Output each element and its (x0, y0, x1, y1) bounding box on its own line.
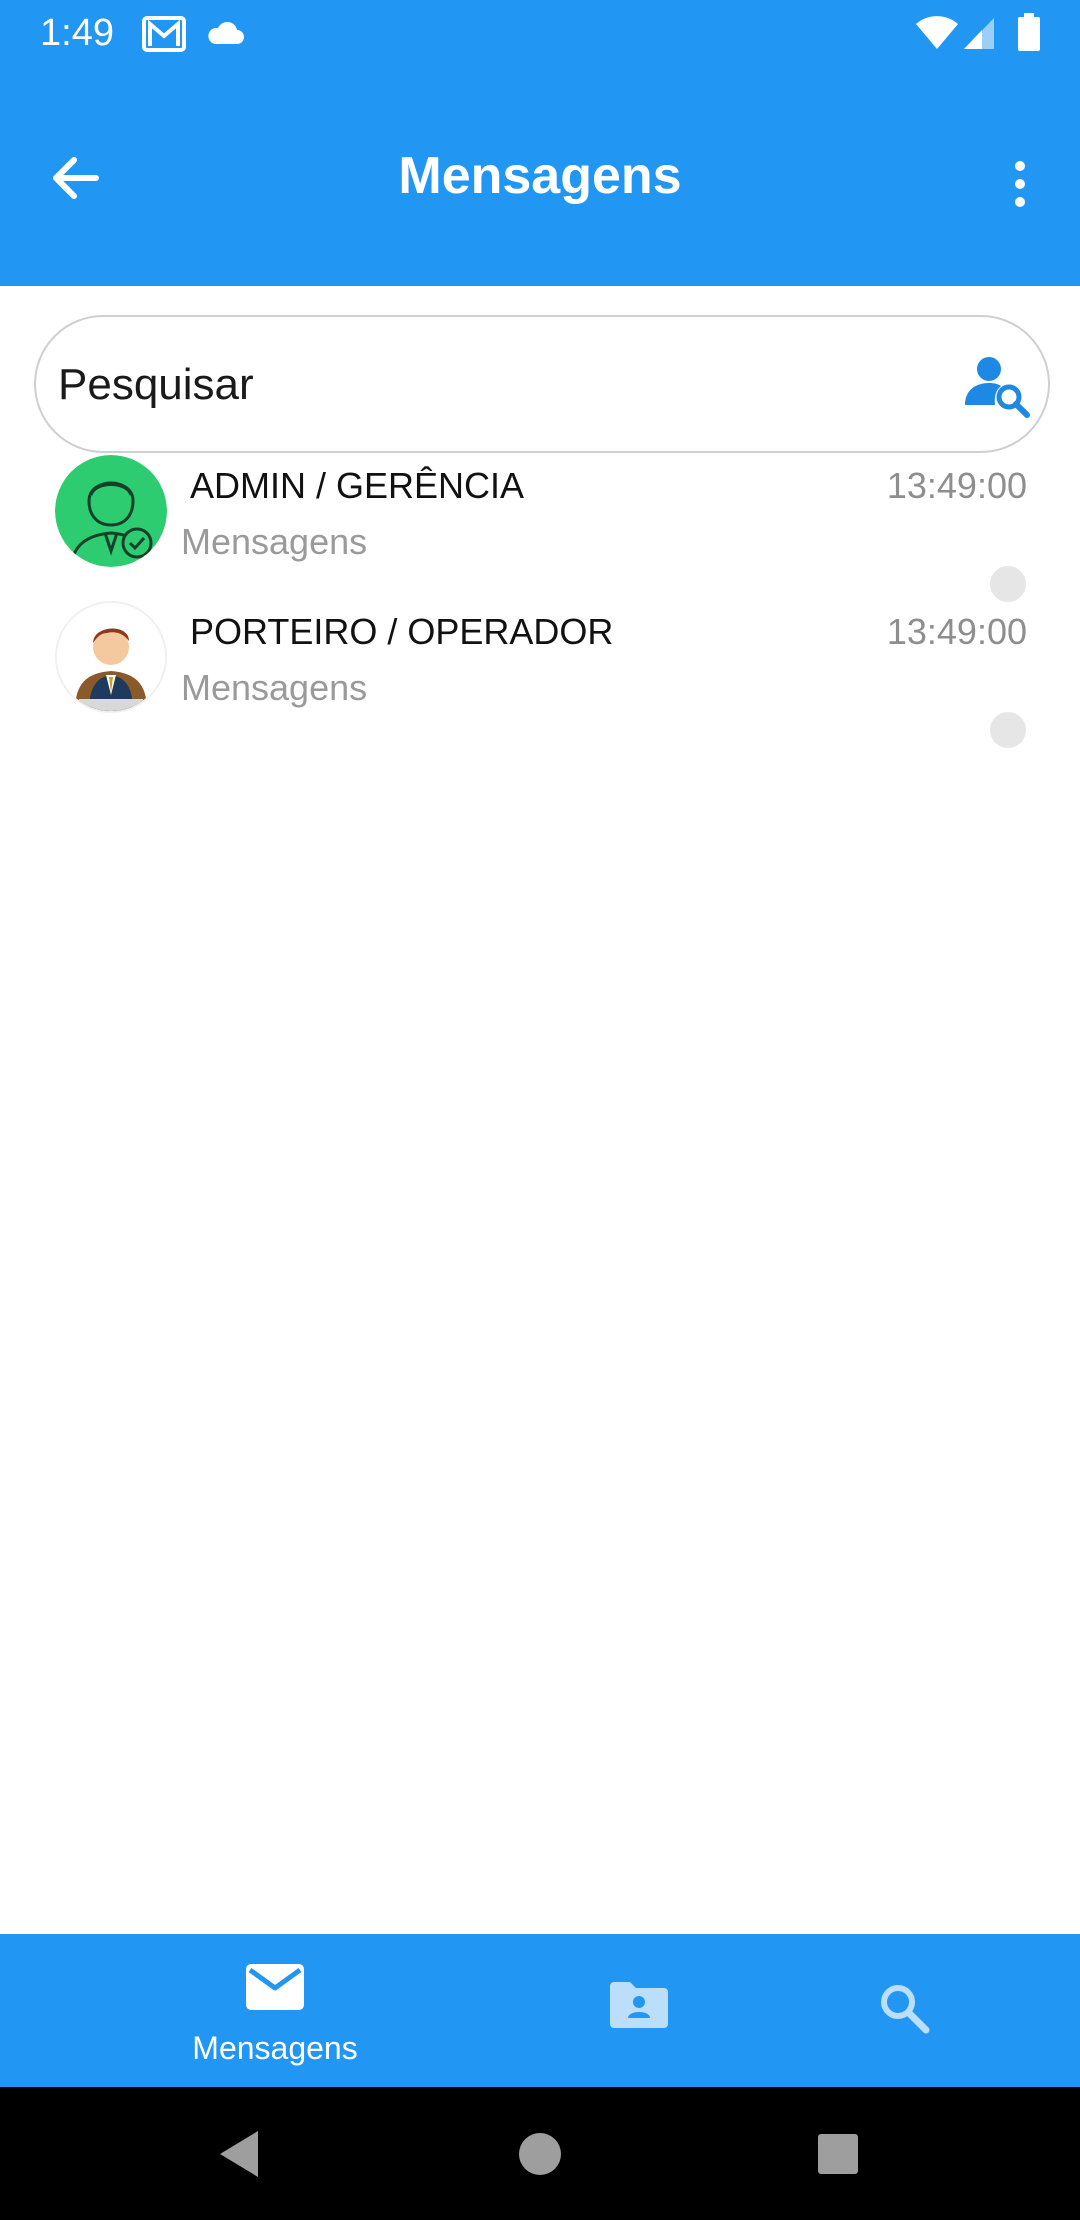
wifi-icon (915, 16, 959, 55)
unread-indicator (990, 712, 1026, 748)
nav-label: Mensagens (192, 2030, 358, 2066)
chat-preview: Mensagens (181, 521, 368, 562)
admin-avatar (55, 455, 167, 567)
chat-time: 13:49:00 (886, 611, 1027, 652)
chat-list-item[interactable]: ADMIN / GERÊNCIA 13:49:00 Mensagens (0, 455, 1080, 602)
nav-item-messages[interactable]: Mensagens (150, 1934, 400, 2087)
system-back-button[interactable] (202, 2117, 276, 2191)
circle-home-icon (503, 2133, 577, 2195)
mail-icon (246, 1964, 304, 2015)
doorman-avatar (55, 601, 167, 713)
more-vert-icon (980, 161, 1060, 228)
system-navigation-bar (0, 2087, 1080, 2220)
contacts-folder-icon (610, 1980, 668, 2033)
chat-time: 13:49:00 (886, 465, 1027, 506)
search-user-button[interactable] (961, 349, 1033, 421)
chat-name: PORTEIRO / OPERADOR (190, 611, 614, 652)
chat-name: ADMIN / GERÊNCIA (190, 465, 525, 506)
status-bar: 1:49 (0, 0, 1080, 66)
more-options-button[interactable] (980, 144, 1060, 224)
person-search-icon (961, 357, 1033, 425)
square-recents-icon (801, 2134, 875, 2195)
nav-item-search[interactable] (830, 1934, 970, 2087)
search-input[interactable] (58, 347, 938, 423)
app-bar: Mensagens (0, 66, 1080, 286)
gmail-icon (142, 16, 186, 57)
chat-list-item[interactable]: PORTEIRO / OPERADOR 13:49:00 Mensagens (0, 601, 1080, 748)
battery-icon (1018, 13, 1040, 56)
chat-preview: Mensagens (181, 667, 368, 708)
system-home-button[interactable] (503, 2117, 577, 2191)
triangle-back-icon (202, 2131, 276, 2195)
system-recents-button[interactable] (801, 2117, 875, 2191)
search-icon (878, 1982, 930, 2039)
page-title: Mensagens (398, 147, 682, 205)
status-time: 1:49 (40, 12, 114, 54)
unread-indicator (990, 566, 1026, 602)
search-bar (34, 315, 1050, 453)
bottom-navigation: Mensagens (0, 1934, 1080, 2087)
nav-item-contacts[interactable] (560, 1934, 720, 2087)
cloud-icon (205, 20, 245, 51)
signal-icon (962, 16, 996, 55)
